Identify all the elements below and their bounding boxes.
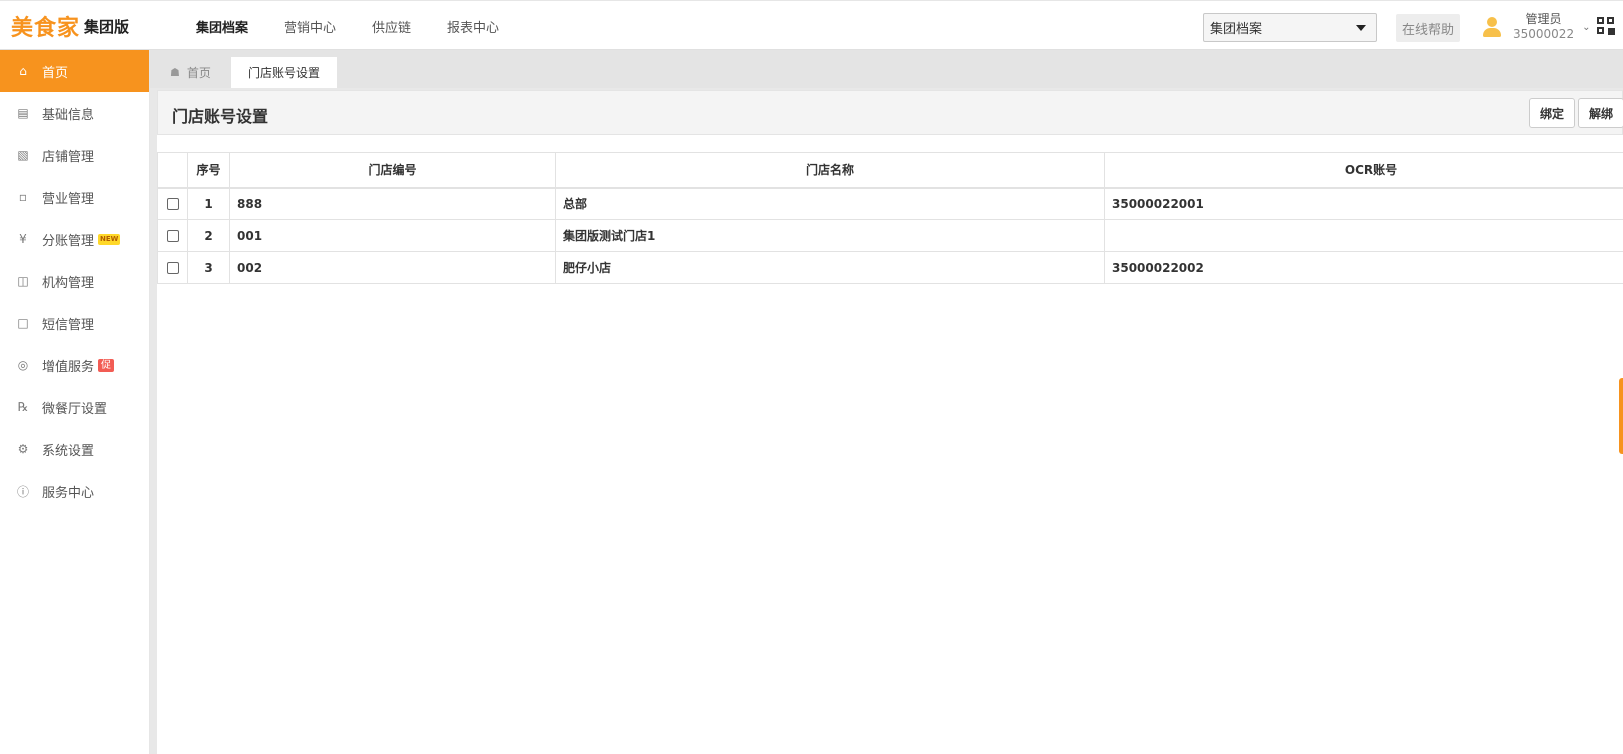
sidebar-item-organization[interactable]: ◫ 机构管理 xyxy=(0,260,149,302)
tab-home[interactable]: ☗ 首页 xyxy=(158,57,224,88)
column-header-index: 序号 xyxy=(187,152,230,189)
sidebar-item-label: 基础信息 xyxy=(42,107,95,123)
top-bar: 美食家 集团版 集团档案 营销中心 供应链 报表中心 集团档案 在线帮助 管理员… xyxy=(0,0,1623,50)
logo[interactable]: 美食家 集团版 xyxy=(11,11,129,41)
row-checkbox[interactable] xyxy=(166,230,179,242)
sidebar-item-label: 增值服务 xyxy=(42,359,95,375)
user-avatar-icon xyxy=(1481,15,1503,39)
sidebar-item-label: 营业管理 xyxy=(42,191,95,207)
module-select[interactable]: 集团档案 xyxy=(1203,13,1377,42)
store-icon: ▧ xyxy=(17,148,29,162)
gear-icon: ⚙ xyxy=(17,442,29,456)
unbind-button[interactable]: 解绑 xyxy=(1578,98,1623,128)
caret-down-icon xyxy=(1356,25,1366,31)
store-code: 002 xyxy=(229,251,556,284)
column-header-store-code: 门店编号 xyxy=(229,152,556,189)
sidebar-item-label: 首页 xyxy=(42,65,69,81)
column-header-ocr-account: OCR账号 xyxy=(1104,152,1623,189)
ocr-account: 35000022001 xyxy=(1104,187,1623,220)
nav-report-center[interactable]: 报表中心 xyxy=(447,17,499,36)
content-panel: 门店账号设置 绑定 解绑 序号 门店编号 门店名称 OCR账号 1 888 总部… xyxy=(157,90,1623,754)
store-name: 肥仔小店 xyxy=(555,251,1105,284)
store-code: 001 xyxy=(229,219,556,252)
select-column-header xyxy=(157,152,188,189)
user-menu[interactable]: 管理员 35000022 ⌄ xyxy=(1481,9,1590,45)
sidebar-item-label: 短信管理 xyxy=(42,317,95,333)
sidebar-item-label: 系统设置 xyxy=(42,443,95,459)
table-row[interactable]: 3 002 肥仔小店 35000022002 xyxy=(157,251,1623,284)
utensils-icon: ℞ xyxy=(17,400,29,414)
sidebar-item-label: 店铺管理 xyxy=(42,149,95,165)
main-content: ☗ 首页 门店账号设置 门店账号设置 绑定 解绑 序号 门店编号 门店名称 OC… xyxy=(150,50,1623,754)
floating-side-tab[interactable] xyxy=(1619,378,1623,454)
table-row[interactable]: 1 888 总部 35000022001 xyxy=(157,187,1623,220)
ocr-account xyxy=(1104,219,1623,252)
home-icon: ⌂ xyxy=(19,64,27,78)
store-name: 集团版测试门店1 xyxy=(555,219,1105,252)
sidebar-item-business-management[interactable]: ▫ 营业管理 xyxy=(0,176,149,218)
store-name: 总部 xyxy=(555,187,1105,220)
tab-store-account-settings[interactable]: 门店账号设置 xyxy=(231,57,337,88)
tab-home-label: 首页 xyxy=(186,66,211,80)
sidebar-item-home[interactable]: ⌂ 首页 xyxy=(0,50,149,92)
brand-name: 美食家 xyxy=(11,16,81,41)
store-code: 888 xyxy=(229,187,556,220)
new-badge: NEW xyxy=(98,233,121,245)
nav-marketing-center[interactable]: 营销中心 xyxy=(284,17,336,36)
target-icon: ◎ xyxy=(17,358,29,372)
user-role: 管理员 xyxy=(1525,12,1562,26)
question-icon: ⓘ xyxy=(16,484,29,499)
panel-header: 门店账号设置 绑定 解绑 xyxy=(157,90,1623,135)
table-header-row: 序号 门店编号 门店名称 OCR账号 xyxy=(157,152,1623,189)
module-select-value: 集团档案 xyxy=(1210,22,1263,37)
row-index: 1 xyxy=(187,187,230,220)
row-checkbox[interactable] xyxy=(166,262,179,274)
building-icon: ◫ xyxy=(17,274,29,288)
sidebar-item-store-management[interactable]: ▧ 店铺管理 xyxy=(0,134,149,176)
chevron-down-icon: ⌄ xyxy=(1582,21,1591,33)
sidebar-item-value-added[interactable]: ◎ 增值服务 促 xyxy=(0,344,149,386)
nav-supply-chain[interactable]: 供应链 xyxy=(372,17,411,36)
online-help-button[interactable]: 在线帮助 xyxy=(1396,14,1460,42)
row-checkbox[interactable] xyxy=(166,198,179,211)
message-icon: □ xyxy=(17,316,29,330)
tab-bar: ☗ 首页 门店账号设置 xyxy=(150,50,1623,88)
sidebar-item-sms[interactable]: □ 短信管理 xyxy=(0,302,149,344)
table-row[interactable]: 2 001 集团版测试门店1 xyxy=(157,219,1623,252)
bind-button[interactable]: 绑定 xyxy=(1529,98,1575,128)
chat-icon: ▫ xyxy=(18,190,28,204)
sidebar-item-service-center[interactable]: ⓘ 服务中心 xyxy=(0,470,149,512)
page-title: 门店账号设置 xyxy=(172,107,269,126)
sidebar-item-split-accounts[interactable]: ¥ 分账管理 NEW xyxy=(0,218,149,260)
sidebar-item-label: 机构管理 xyxy=(42,275,95,291)
sidebar-item-label: 服务中心 xyxy=(42,485,95,501)
sidebar-item-basic-info[interactable]: ▤ 基础信息 xyxy=(0,92,149,134)
qr-code-icon[interactable] xyxy=(1597,17,1615,35)
sidebar-item-label: 微餐厅设置 xyxy=(42,401,108,417)
ocr-account: 35000022002 xyxy=(1104,251,1623,284)
store-account-table: 序号 门店编号 门店名称 OCR账号 1 888 总部 35000022001 … xyxy=(157,152,1623,284)
sidebar-item-label: 分账管理 xyxy=(42,233,95,249)
promo-badge: 促 xyxy=(98,358,115,372)
column-header-store-name: 门店名称 xyxy=(555,152,1105,189)
row-index: 3 xyxy=(187,251,230,284)
nav-group-archive[interactable]: 集团档案 xyxy=(196,17,249,36)
sidebar: ⌂ 首页 ▤ 基础信息 ▧ 店铺管理 ▫ 营业管理 ¥ 分账管理 NEW ◫ 机… xyxy=(0,50,150,754)
top-nav: 集团档案 营销中心 供应链 报表中心 xyxy=(196,1,535,51)
coin-icon: ¥ xyxy=(19,232,27,246)
row-index: 2 xyxy=(187,219,230,252)
sidebar-item-system-settings[interactable]: ⚙ 系统设置 xyxy=(0,428,149,470)
home-icon: ☗ xyxy=(170,66,180,79)
edition-label: 集团版 xyxy=(84,17,130,36)
sidebar-item-micro-restaurant[interactable]: ℞ 微餐厅设置 xyxy=(0,386,149,428)
user-id: 35000022 xyxy=(1513,27,1575,41)
document-icon: ▤ xyxy=(17,106,29,120)
